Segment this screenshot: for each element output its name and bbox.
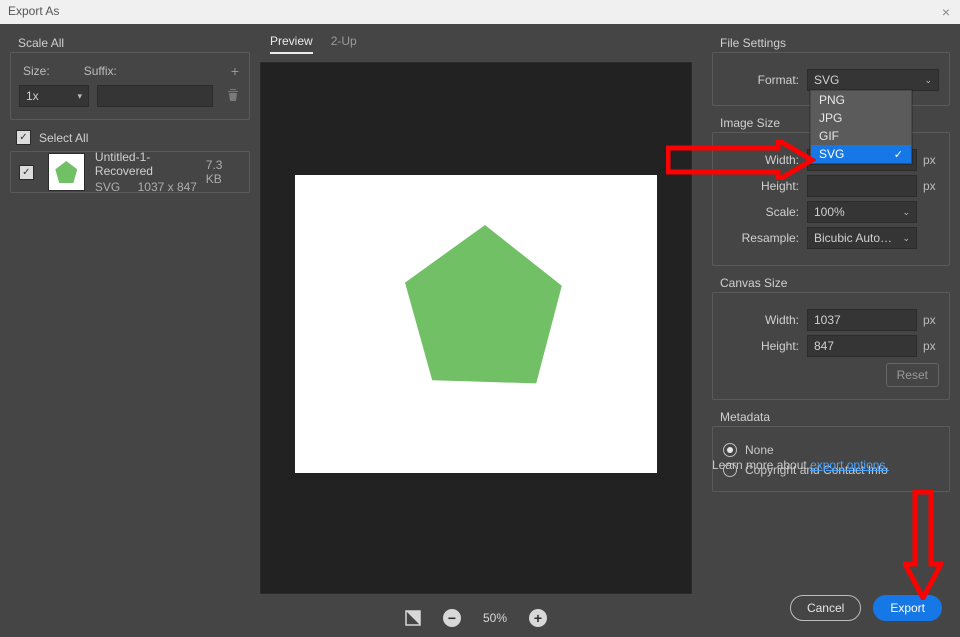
canvas-height-input[interactable]: 847 — [807, 335, 917, 357]
zoom-toolbar: − 50% + — [260, 600, 692, 636]
img-scale-select[interactable]: 100% ⌄ — [807, 201, 917, 223]
resample-value: Bicubic Auto… — [814, 231, 892, 245]
zoom-value: 50% — [483, 611, 507, 625]
preview-pentagon — [405, 225, 565, 385]
format-label: Format: — [723, 73, 799, 87]
scale-value-row: 1x ▾ — [19, 85, 241, 107]
delete-scale-icon[interactable] — [227, 88, 239, 105]
metadata-none-label: None — [745, 443, 774, 457]
px-unit: px — [923, 313, 939, 327]
preview-canvas — [295, 175, 657, 473]
file-settings-title: File Settings — [720, 36, 950, 50]
size-label: Size: — [23, 64, 50, 78]
asset-format: SVG — [95, 180, 120, 194]
px-unit: px — [923, 179, 939, 193]
px-unit: px — [923, 339, 939, 353]
img-scale-label: Scale: — [723, 205, 799, 219]
close-icon[interactable]: × — [942, 4, 950, 20]
asset-item[interactable]: ✓ Untitled-1-Recovered SVG 1037 x 847 7.… — [10, 151, 250, 193]
pentagon-icon — [55, 161, 77, 183]
canvas-height-value: 847 — [814, 339, 834, 353]
format-option-png[interactable]: PNG — [811, 91, 911, 109]
suffix-input[interactable] — [97, 85, 213, 107]
canvas-color-icon[interactable] — [405, 610, 421, 626]
chevron-down-icon: ▾ — [77, 91, 82, 102]
asset-thumbnail — [48, 153, 85, 191]
dialog-body: Scale All Size: Suffix: + 1x ▾ ✓ Select … — [0, 24, 960, 637]
learn-more: Learn more about export options. — [712, 458, 889, 472]
title-bar: Export As × — [0, 0, 960, 25]
asset-meta: Untitled-1-Recovered SVG 1037 x 847 — [95, 150, 206, 194]
tab-2up[interactable]: 2-Up — [331, 34, 357, 54]
format-option-gif[interactable]: GIF — [811, 127, 911, 145]
img-height-input[interactable] — [807, 175, 917, 197]
metadata-title: Metadata — [720, 410, 950, 424]
format-option-jpg[interactable]: JPG — [811, 109, 911, 127]
chevron-down-icon: ⌄ — [924, 75, 932, 86]
resample-select[interactable]: Bicubic Auto… ⌄ — [807, 227, 917, 249]
tab-preview[interactable]: Preview — [270, 34, 313, 54]
export-options-link[interactable]: export options. — [810, 458, 889, 472]
select-all-label: Select All — [39, 131, 88, 145]
window-title: Export As — [8, 4, 59, 18]
canvas-size-group: Width: 1037 px Height: 847 px Reset — [712, 292, 950, 400]
format-value: SVG — [814, 73, 839, 87]
metadata-none-radio[interactable] — [723, 443, 737, 457]
annotation-arrow-left — [666, 140, 816, 180]
suffix-label: Suffix: — [84, 64, 117, 78]
format-select[interactable]: SVG ⌄ — [807, 69, 939, 91]
cancel-button[interactable]: Cancel — [790, 595, 861, 621]
zoom-out-button[interactable]: − — [443, 609, 461, 627]
scale-header-row: Size: Suffix: + — [19, 63, 241, 79]
format-option-svg[interactable]: SVG✓ — [811, 145, 911, 163]
preview-viewport[interactable] — [260, 62, 692, 594]
canvas-width-label: Width: — [723, 313, 799, 327]
canvas-width-value: 1037 — [814, 313, 841, 327]
add-scale-icon[interactable]: + — [231, 63, 239, 79]
size-select[interactable]: 1x ▾ — [19, 85, 89, 107]
canvas-width-input[interactable]: 1037 — [807, 309, 917, 331]
resample-label: Resample: — [723, 231, 799, 245]
select-all-checkbox[interactable]: ✓ — [16, 130, 31, 145]
format-dropdown[interactable]: PNGJPGGIFSVG✓ — [810, 90, 912, 164]
scale-all-title: Scale All — [18, 36, 250, 50]
canvas-size-title: Canvas Size — [720, 276, 950, 290]
annotation-arrow-down — [903, 490, 943, 600]
asset-checkbox[interactable]: ✓ — [19, 165, 34, 180]
scale-all-group: Size: Suffix: + 1x ▾ — [10, 52, 250, 120]
reset-button[interactable]: Reset — [886, 363, 939, 387]
preview-tabs: Preview 2-Up — [260, 34, 700, 58]
left-column: Scale All Size: Suffix: + 1x ▾ ✓ Select … — [10, 36, 250, 193]
chevron-down-icon: ⌄ — [902, 207, 910, 218]
asset-name: Untitled-1-Recovered — [95, 150, 206, 178]
size-value: 1x — [26, 89, 39, 103]
img-scale-value: 100% — [814, 205, 845, 219]
chevron-down-icon: ⌄ — [902, 233, 910, 244]
zoom-in-button[interactable]: + — [529, 609, 547, 627]
asset-dimensions: 1037 x 847 — [138, 180, 197, 194]
select-all-row[interactable]: ✓ Select All — [16, 130, 250, 145]
px-unit: px — [923, 153, 939, 167]
canvas-height-label: Height: — [723, 339, 799, 353]
img-height-label: Height: — [723, 179, 799, 193]
learn-more-text: Learn more about — [712, 458, 810, 472]
preview-column: Preview 2-Up — [260, 34, 700, 594]
asset-filesize: 7.3 KB — [206, 158, 241, 186]
